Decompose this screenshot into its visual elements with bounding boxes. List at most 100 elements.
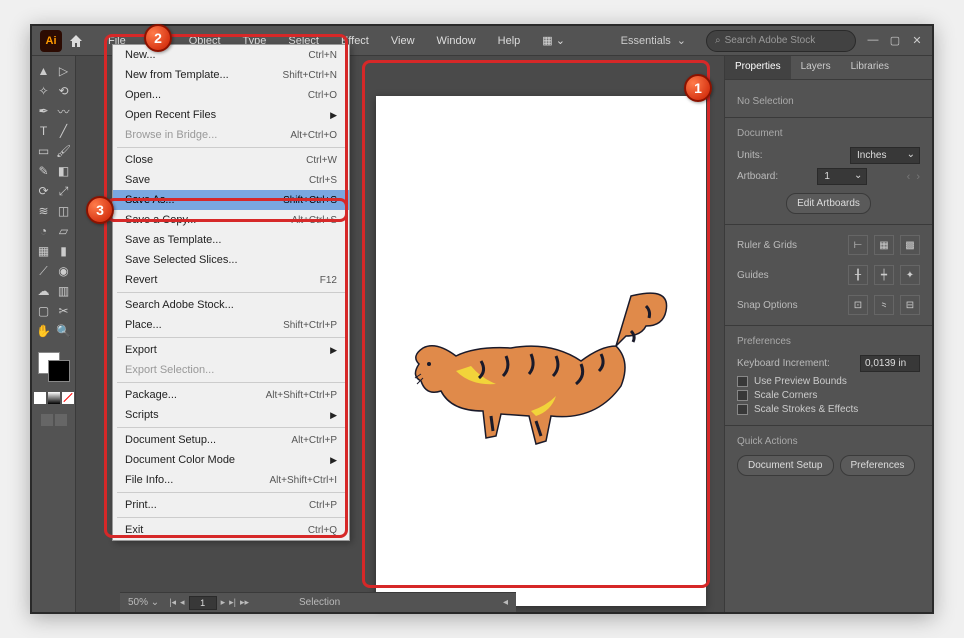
file-menu-item-23[interactable]: Document Setup...Alt+Ctrl+P xyxy=(113,430,349,450)
artboard[interactable] xyxy=(376,96,706,606)
file-menu-item-15[interactable]: Place...Shift+Ctrl+P xyxy=(113,315,349,335)
menu-view[interactable]: View xyxy=(381,31,425,51)
edit-artboards-button[interactable]: Edit Artboards xyxy=(786,193,871,214)
artboard-select[interactable]: 1 xyxy=(817,168,867,185)
scale-tool[interactable]: ⤢ xyxy=(55,182,73,200)
snap-grid-icon[interactable]: ⺀ xyxy=(874,295,894,315)
home-icon[interactable] xyxy=(68,33,84,49)
eraser-tool[interactable]: ◧ xyxy=(55,162,73,180)
close-button[interactable]: ✕ xyxy=(910,34,924,47)
file-menu-item-0[interactable]: New...Ctrl+N xyxy=(113,45,349,65)
blend-tool[interactable]: ◉ xyxy=(55,262,73,280)
column-graph-tool[interactable]: ▥ xyxy=(55,282,73,300)
perspective-tool[interactable]: ▱ xyxy=(55,222,73,240)
preview-bounds-checkbox[interactable] xyxy=(737,376,748,387)
direct-selection-tool[interactable]: ▷ xyxy=(55,62,73,80)
maximize-button[interactable]: ▢ xyxy=(888,34,902,47)
slice-tool[interactable]: ✂ xyxy=(55,302,73,320)
file-menu-item-7[interactable]: SaveCtrl+S xyxy=(113,170,349,190)
menu-help[interactable]: Help xyxy=(488,31,531,51)
type-tool[interactable]: T xyxy=(35,122,53,140)
gradient-tool[interactable]: ▮ xyxy=(55,242,73,260)
scale-strokes-checkbox[interactable] xyxy=(737,404,748,415)
file-menu-item-2[interactable]: Open...Ctrl+O xyxy=(113,85,349,105)
scale-corners-checkbox[interactable] xyxy=(737,390,748,401)
guides-show-icon[interactable]: ╂ xyxy=(848,265,868,285)
next-artboard-button[interactable]: ▸ xyxy=(221,597,226,608)
file-menu-item-29[interactable]: ExitCtrl+Q xyxy=(113,520,349,540)
smart-guides-icon[interactable]: ✦ xyxy=(900,265,920,285)
snap-pixel-icon[interactable]: ⊟ xyxy=(900,295,920,315)
mesh-tool[interactable]: ▦ xyxy=(35,242,53,260)
brush-tool[interactable]: 🖌 xyxy=(55,142,73,160)
snap-point-icon[interactable]: ⊡ xyxy=(848,295,868,315)
fill-stroke-swatches[interactable] xyxy=(38,352,70,382)
submenu-arrow-icon: ▶ xyxy=(330,110,337,121)
symbol-sprayer-tool[interactable]: ☁ xyxy=(35,282,53,300)
shaper-tool[interactable]: ✎ xyxy=(35,162,53,180)
file-menu-item-20[interactable]: Package...Alt+Shift+Ctrl+P xyxy=(113,385,349,405)
artboard-arrows[interactable]: ‹› xyxy=(907,171,920,183)
keyboard-increment-input[interactable] xyxy=(860,355,920,372)
rotate-tool[interactable]: ⟳ xyxy=(35,182,53,200)
menu-window[interactable]: Window xyxy=(427,31,486,51)
file-menu-item-21[interactable]: Scripts▶ xyxy=(113,405,349,425)
file-menu-item-1[interactable]: New from Template...Shift+Ctrl+N xyxy=(113,65,349,85)
file-menu-item-17[interactable]: Export▶ xyxy=(113,340,349,360)
hand-tool[interactable]: ✋ xyxy=(35,322,53,340)
guides-lock-icon[interactable]: ┿ xyxy=(874,265,894,285)
stroke-swatch[interactable] xyxy=(48,360,70,382)
artboard-number-input[interactable] xyxy=(189,596,217,610)
scroll-left-icon[interactable]: ◂ xyxy=(503,597,508,608)
file-menu-item-8[interactable]: Save As...Shift+Ctrl+S xyxy=(113,190,349,210)
zoom-selector[interactable]: 50% ⌄ xyxy=(128,597,159,608)
menu-item-shortcut: Shift+Ctrl+P xyxy=(283,320,337,331)
free-transform-tool[interactable]: ◫ xyxy=(55,202,73,220)
search-input[interactable]: ⌕ Search Adobe Stock xyxy=(706,30,856,52)
selection-tool[interactable]: ▲ xyxy=(35,62,53,80)
workspace-selector[interactable]: Essentials ⌄ xyxy=(611,30,696,51)
document-setup-button[interactable]: Document Setup xyxy=(737,455,834,476)
file-menu-item-24[interactable]: Document Color Mode▶ xyxy=(113,450,349,470)
file-menu-item-12[interactable]: RevertF12 xyxy=(113,270,349,290)
tab-libraries[interactable]: Libraries xyxy=(841,56,899,79)
line-tool[interactable]: ╱ xyxy=(55,122,73,140)
pen-tool[interactable]: ✒ xyxy=(35,102,53,120)
first-artboard-button[interactable]: |◂ xyxy=(169,597,176,608)
none-mode-icon[interactable] xyxy=(62,392,74,404)
width-tool[interactable]: ≋ xyxy=(35,202,53,220)
artboard-tool[interactable]: ▢ xyxy=(35,302,53,320)
color-mode-icon[interactable] xyxy=(34,392,46,404)
draw-normal-icon[interactable] xyxy=(41,414,53,426)
file-menu-item-6[interactable]: CloseCtrl+W xyxy=(113,150,349,170)
units-select[interactable]: Inches xyxy=(850,147,920,164)
file-menu-item-25[interactable]: File Info...Alt+Shift+Ctrl+I xyxy=(113,470,349,490)
last-artboard-button[interactable]: ▸| xyxy=(229,597,236,608)
eyedropper-tool[interactable]: ⟋ xyxy=(35,262,53,280)
rectangle-tool[interactable]: ▭ xyxy=(35,142,53,160)
shape-builder-tool[interactable]: ◔ xyxy=(35,222,53,240)
draw-behind-icon[interactable] xyxy=(55,414,67,426)
file-menu-item-10[interactable]: Save as Template... xyxy=(113,230,349,250)
grid-icon[interactable]: ▦ xyxy=(874,235,894,255)
tab-properties[interactable]: Properties xyxy=(725,56,791,79)
file-menu-item-27[interactable]: Print...Ctrl+P xyxy=(113,495,349,515)
arrange-docs-icon[interactable]: ▦ ⌄ xyxy=(542,34,565,47)
file-menu-item-3[interactable]: Open Recent Files▶ xyxy=(113,105,349,125)
transparency-grid-icon[interactable]: ▩ xyxy=(900,235,920,255)
lasso-tool[interactable]: ⟲ xyxy=(55,82,73,100)
minimize-button[interactable]: — xyxy=(866,34,880,47)
file-menu-item-14[interactable]: Search Adobe Stock... xyxy=(113,295,349,315)
zoom-tool[interactable]: 🔍 xyxy=(55,322,73,340)
magic-wand-tool[interactable]: ✧ xyxy=(35,82,53,100)
menu-item-shortcut: Ctrl+Q xyxy=(308,525,337,536)
preferences-button[interactable]: Preferences xyxy=(840,455,916,476)
curvature-tool[interactable]: 〰 xyxy=(55,102,73,120)
artboard-nav-icon[interactable]: ▸▸ xyxy=(240,597,249,608)
ruler-icon[interactable]: ⊢ xyxy=(848,235,868,255)
prev-artboard-button[interactable]: ◂ xyxy=(180,597,185,608)
file-menu-item-9[interactable]: Save a Copy...Alt+Ctrl+S xyxy=(113,210,349,230)
gradient-mode-icon[interactable] xyxy=(48,392,60,404)
tab-layers[interactable]: Layers xyxy=(791,56,841,79)
file-menu-item-11[interactable]: Save Selected Slices... xyxy=(113,250,349,270)
